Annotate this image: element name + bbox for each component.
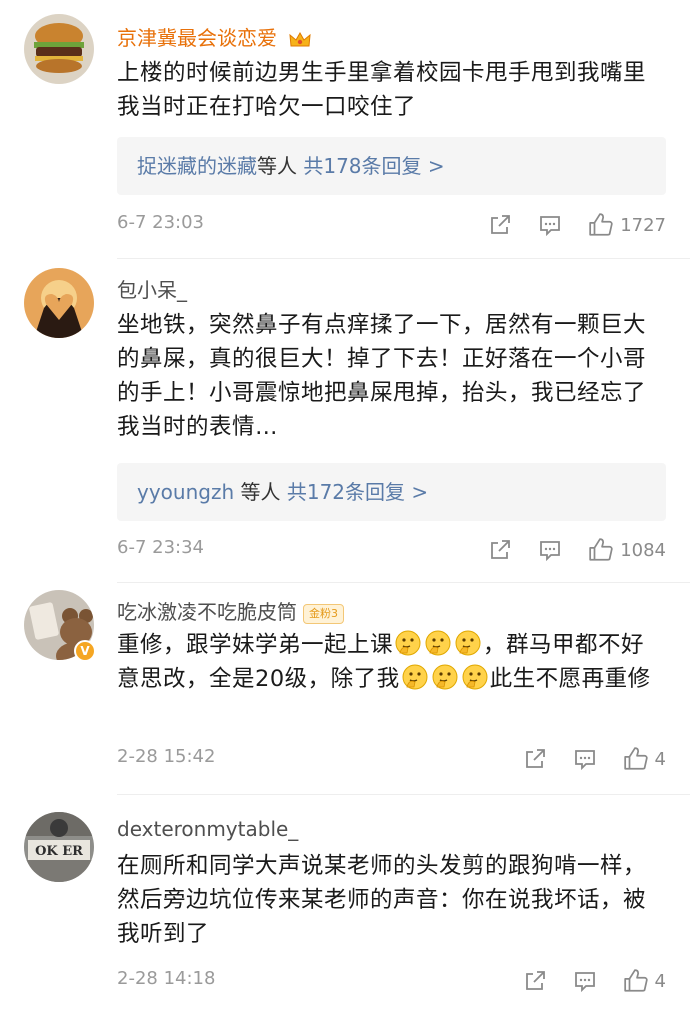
thumbs-up-icon [589, 213, 613, 236]
comment-body: 重修，跟学妹学弟一起上课 ，群马甲都不好意思改，全是20级，除了我 此生不愿再重修 [117, 628, 662, 696]
comment-body: 在厕所和同学大声说某老师的头发剪的跟狗啃一样，然后旁边坑位传来某老师的声音：你在… [117, 853, 647, 947]
comment-button[interactable] [538, 538, 562, 562]
burger-avatar-icon [24, 14, 94, 84]
comment-icon [574, 750, 595, 771]
divider [117, 794, 690, 795]
comment-button[interactable] [573, 747, 597, 771]
reply-summary[interactable]: 捉迷藏的迷藏等人 共178条回复 > [117, 137, 666, 195]
avatar-text: OK ER [35, 844, 83, 859]
reply-mid-text: 等人 [257, 154, 297, 178]
reply-count[interactable]: 共178条回复 > [303, 154, 444, 178]
share-icon [491, 215, 511, 234]
reply-mid-text: 等人 [240, 480, 281, 504]
user-avatar[interactable] [24, 14, 94, 84]
like-button[interactable]: 1084 [588, 537, 666, 563]
like-button[interactable]: 1727 [588, 212, 666, 238]
comment-icon [540, 541, 561, 562]
like-count: 1084 [620, 539, 666, 561]
like-button[interactable]: 4 [623, 746, 666, 772]
thinking-face-emoji-icon [461, 663, 489, 691]
share-icon [491, 540, 511, 559]
share-button[interactable] [488, 538, 512, 562]
divider [117, 258, 690, 259]
thinking-face-emoji-icon [431, 663, 459, 691]
reply-summary[interactable]: yyoungzh 等人 共172条回复 > [117, 463, 666, 521]
comment-body: 上楼的时候前边男生手里拿着校园卡甩手甩到我嘴里 我当时正在打哈欠一口咬住了 [117, 60, 647, 120]
like-button[interactable]: 4 [623, 968, 666, 994]
thinking-face-emoji-icon [454, 629, 482, 657]
heart-hands-avatar-icon [24, 268, 94, 338]
reply-user-link[interactable]: 捉迷藏的迷藏 [137, 154, 257, 178]
comment-body: 坐地铁，突然鼻子有点痒揉了一下，居然有一颗巨大的鼻屎，真的很巨大！掉了下去！正好… [117, 312, 647, 440]
thinking-face-emoji-icon [394, 629, 422, 657]
share-button[interactable] [488, 213, 512, 237]
thinking-face-emoji-icon [424, 629, 452, 657]
thinking-face-emoji-icon [401, 663, 429, 691]
like-count: 4 [654, 970, 666, 992]
fan-level-badge[interactable]: 金粉3 [303, 603, 344, 624]
thumbs-up-icon [623, 969, 648, 992]
comment-time: 6-7 23:03 [117, 212, 204, 233]
comment-text: 此生不愿再重修 [489, 666, 651, 692]
verified-badge-icon: V [74, 640, 96, 662]
reply-count[interactable]: 共172条回复 > [287, 480, 428, 504]
thumbs-up-icon [623, 747, 648, 770]
user-avatar[interactable]: OK ER [24, 812, 94, 882]
username[interactable]: 京津冀最会谈恋爱 [117, 26, 277, 50]
comment-text: 重修，跟学妹学弟一起上课 [117, 632, 394, 658]
username[interactable]: 吃冰激凌不吃脆皮筒 [117, 600, 297, 624]
comment-time: 2-28 15:42 [117, 746, 216, 767]
comment-time: 6-7 23:34 [117, 537, 204, 558]
crown-icon [289, 31, 311, 46]
like-count: 1727 [620, 214, 666, 236]
user-avatar[interactable] [24, 268, 94, 338]
comment-button[interactable] [538, 213, 562, 237]
comment-button[interactable] [573, 969, 597, 993]
username[interactable]: dexteronmytable_ [117, 817, 298, 841]
thumbs-up-icon [589, 538, 613, 561]
comment-icon [574, 972, 595, 993]
comment-icon [540, 216, 561, 237]
share-button[interactable] [523, 969, 547, 993]
like-count: 4 [654, 748, 666, 770]
share-button[interactable] [523, 747, 547, 771]
username[interactable]: 包小呆_ [117, 278, 187, 302]
comment-time: 2-28 14:18 [117, 968, 216, 989]
okcer-avatar-icon: OK ER [24, 812, 94, 882]
share-icon [525, 971, 545, 990]
divider [117, 582, 690, 583]
reply-user-link[interactable]: yyoungzh [137, 480, 234, 504]
share-icon [525, 749, 545, 768]
